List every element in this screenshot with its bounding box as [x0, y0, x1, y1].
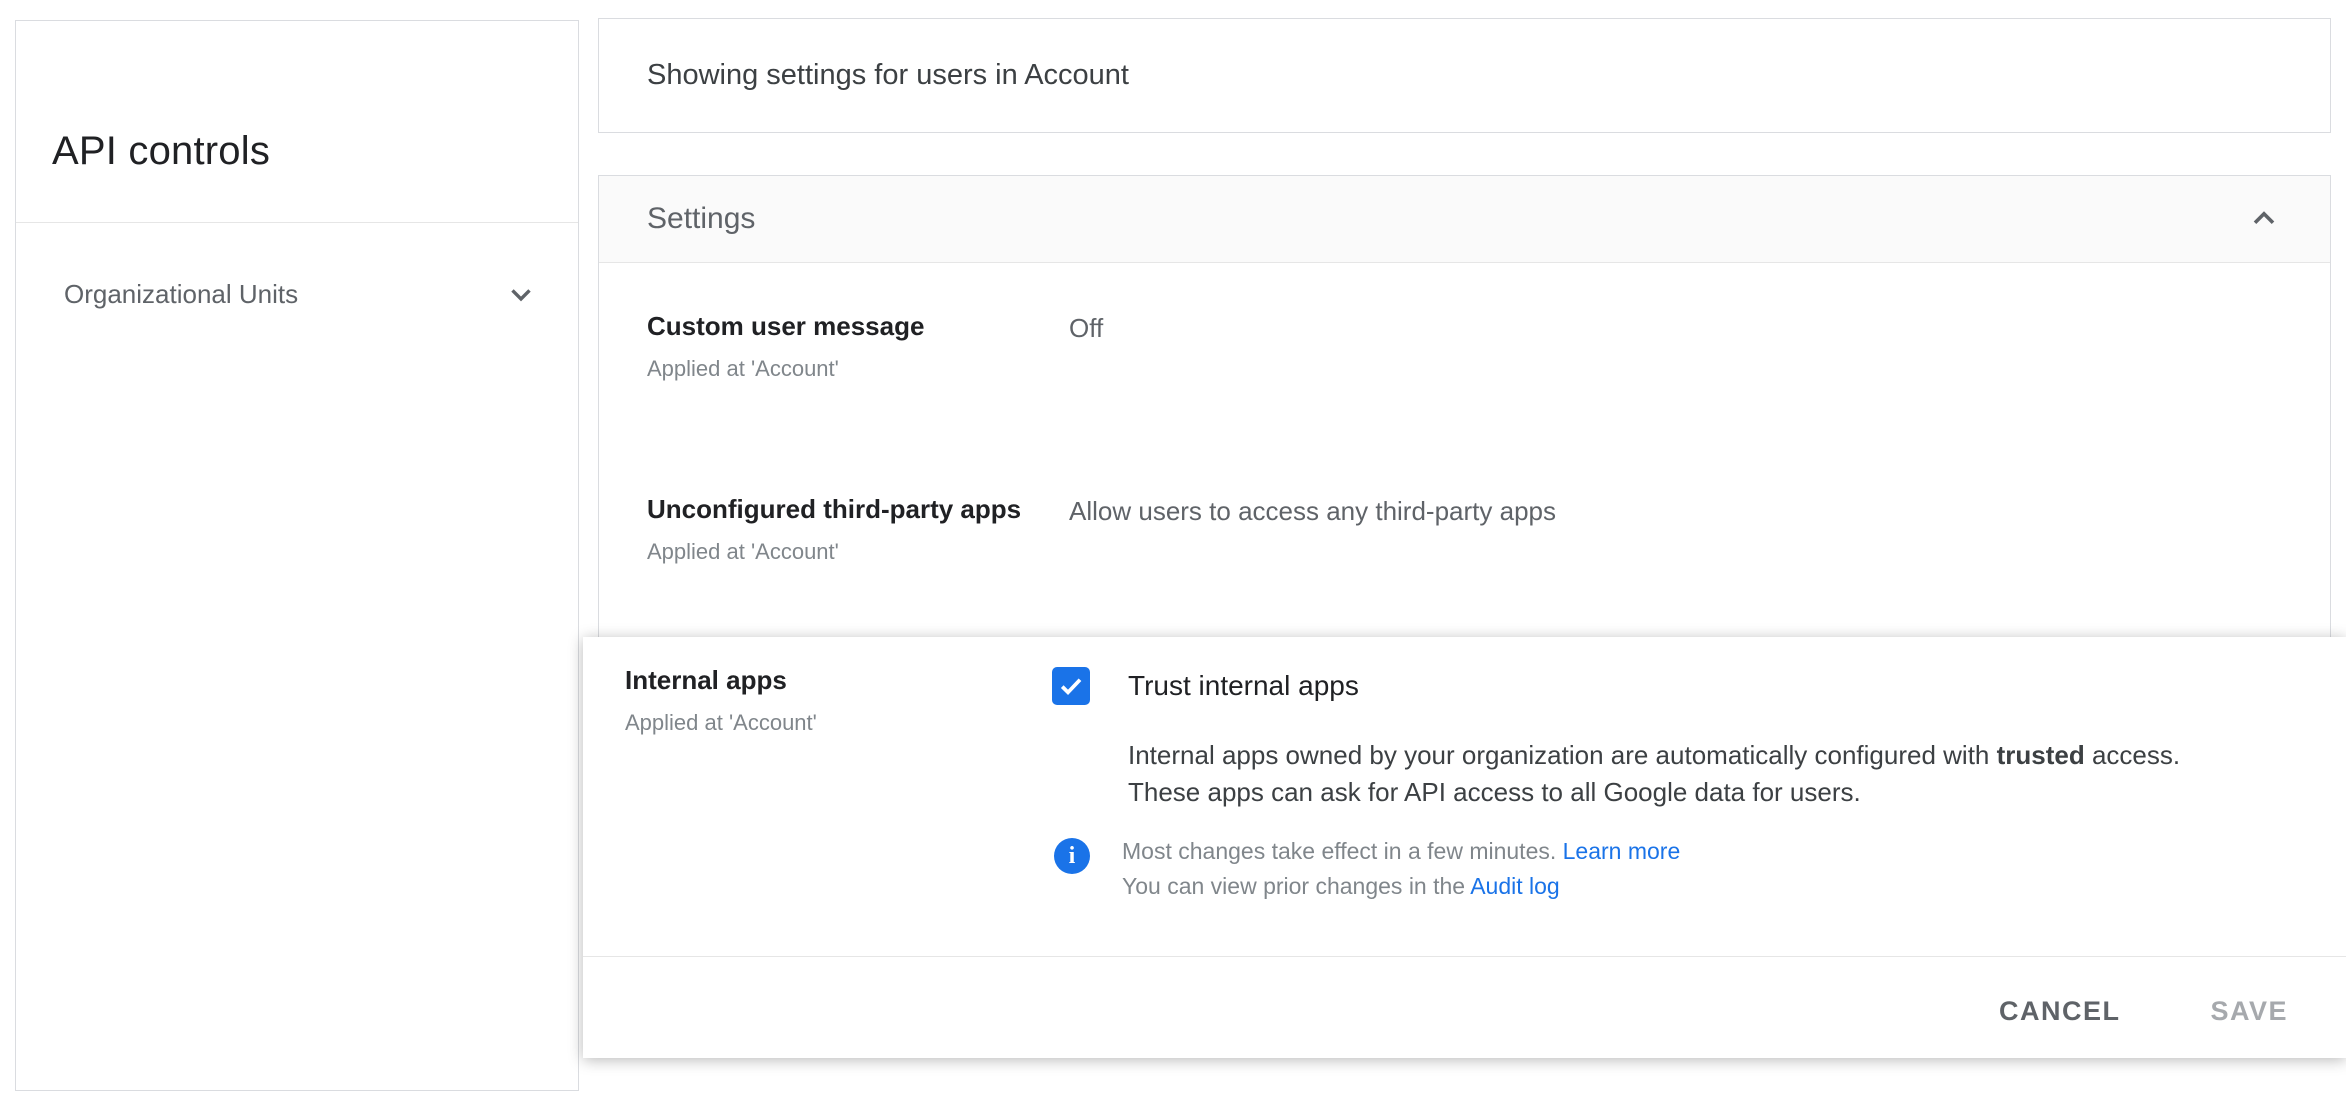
description-text: access.	[2084, 740, 2181, 770]
note-line1: Most changes take effect in a few minute…	[1122, 838, 1563, 864]
settings-panel-header[interactable]: Settings	[599, 176, 2330, 263]
api-controls-page: API controls Organizational Units Showin…	[0, 0, 2346, 1110]
chevron-down-icon	[511, 289, 531, 302]
internal-apps-description: Internal apps owned by your organization…	[1128, 737, 2278, 811]
description-text: Internal apps owned by your organization…	[1128, 740, 1997, 770]
internal-apps-edit-card: Internal apps Applied at 'Account' Trust…	[583, 637, 2346, 1058]
sidebar: API controls Organizational Units	[15, 20, 579, 1091]
description-bold-text: trusted	[1996, 740, 2085, 770]
save-button[interactable]: SAVE	[2200, 982, 2298, 1041]
trust-internal-apps-row: Trust internal apps	[1052, 667, 1359, 705]
scope-text: Showing settings for users in Account	[647, 59, 1129, 91]
sidebar-item-organizational-units[interactable]: Organizational Units	[16, 249, 578, 339]
setting-applied-at: Applied at 'Account'	[647, 356, 839, 381]
info-icon: i	[1054, 838, 1090, 874]
check-icon	[1060, 678, 1082, 696]
sidebar-divider	[16, 222, 578, 223]
changes-note: i Most changes take effect in a few minu…	[1054, 834, 1680, 904]
setting-label: Unconfigured third-party apps	[647, 494, 1022, 524]
setting-value: Allow users to access any third-party ap…	[1069, 496, 1556, 526]
description-text: These apps can ask for API access to all…	[1128, 777, 1861, 807]
organizational-units-label: Organizational Units	[64, 278, 299, 309]
setting-row-custom-user-message[interactable]: Custom user message Applied at 'Account'…	[599, 311, 2330, 382]
note-text: Most changes take effect in a few minute…	[1122, 834, 1680, 904]
scope-banner: Showing settings for users in Account	[598, 18, 2331, 133]
trust-internal-apps-label[interactable]: Trust internal apps	[1128, 670, 1359, 702]
setting-row-unconfigured-third-party-apps[interactable]: Unconfigured third-party apps Applied at…	[599, 494, 2330, 565]
setting-applied-at: Applied at 'Account'	[625, 710, 817, 735]
setting-label-column: Unconfigured third-party apps Applied at…	[647, 494, 1069, 565]
actions-divider	[583, 956, 2346, 957]
setting-label: Internal apps	[625, 665, 787, 695]
learn-more-link[interactable]: Learn more	[1563, 838, 1681, 864]
setting-label-column: Internal apps Applied at 'Account'	[625, 665, 1025, 736]
setting-applied-at: Applied at 'Account'	[647, 539, 839, 564]
chevron-up-icon[interactable]	[2246, 201, 2282, 237]
setting-value: Off	[1069, 313, 1104, 343]
setting-label: Custom user message	[647, 311, 925, 341]
setting-label-column: Custom user message Applied at 'Account'	[647, 311, 1069, 382]
note-line2: You can view prior changes in the	[1122, 873, 1471, 899]
cancel-button[interactable]: CANCEL	[1989, 982, 2131, 1041]
actions-bar: CANCEL SAVE	[1989, 982, 2298, 1041]
trust-internal-apps-checkbox[interactable]	[1052, 667, 1090, 705]
settings-panel-title: Settings	[647, 202, 756, 235]
page-title: API controls	[52, 129, 271, 173]
audit-log-link[interactable]: Audit log	[1470, 873, 1560, 899]
